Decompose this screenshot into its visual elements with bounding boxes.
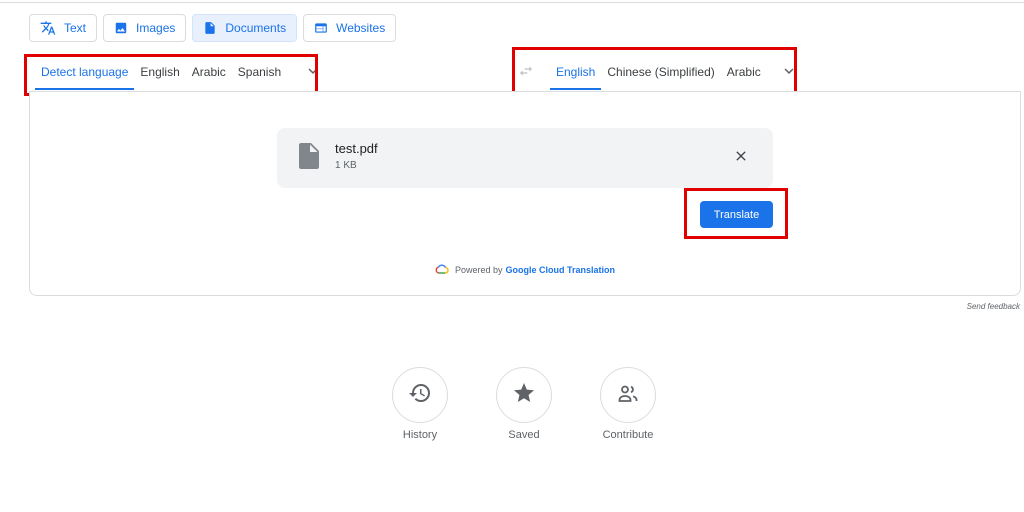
remove-file-button[interactable]	[729, 146, 753, 170]
send-feedback-link[interactable]: Send feedback	[967, 302, 1020, 311]
star-icon	[512, 381, 536, 410]
source-language-bar: Detect language English Arabic Spanish	[35, 52, 325, 92]
target-lang-arabic[interactable]: Arabic	[721, 52, 767, 92]
source-lang-detect[interactable]: Detect language	[35, 52, 135, 92]
source-lang-arabic[interactable]: Arabic	[186, 52, 232, 92]
saved-label: Saved	[508, 429, 540, 441]
contribute-button[interactable]: Contribute	[600, 367, 656, 441]
history-button[interactable]: History	[392, 367, 448, 441]
tab-documents[interactable]: Documents	[192, 14, 298, 42]
people-icon	[616, 381, 640, 410]
history-icon	[408, 381, 432, 410]
saved-button[interactable]: Saved	[496, 367, 552, 441]
powered-by: Powered by Google Cloud Translation	[30, 264, 1020, 276]
swap-icon	[518, 63, 534, 82]
translate-icon	[40, 20, 56, 36]
mode-tabs: Text Images Documents Websites	[29, 14, 397, 42]
chevron-down-icon	[780, 62, 798, 83]
tab-text[interactable]: Text	[29, 14, 98, 42]
target-lang-chinese-simplified[interactable]: Chinese (Simplified)	[601, 52, 720, 92]
history-label: History	[402, 429, 438, 441]
tab-images-label: Images	[136, 21, 176, 35]
contribute-label: Contribute	[602, 429, 654, 441]
document-panel: test.pdf 1 KB Translate Powered by Googl…	[29, 91, 1021, 296]
uploaded-file-card: test.pdf 1 KB	[277, 128, 773, 188]
file-size: 1 KB	[335, 160, 357, 171]
source-lang-spanish[interactable]: Spanish	[232, 52, 287, 92]
target-more-languages-button[interactable]	[777, 52, 801, 92]
tab-websites-label: Websites	[336, 21, 386, 35]
file-name: test.pdf	[335, 141, 378, 156]
file-icon	[297, 142, 321, 175]
source-more-languages-button[interactable]	[301, 52, 325, 92]
source-lang-english[interactable]: English	[134, 52, 185, 92]
image-icon	[114, 21, 128, 35]
saved-circle	[496, 367, 552, 423]
swap-languages-button[interactable]	[514, 52, 538, 92]
tab-websites[interactable]: Websites	[303, 14, 397, 42]
bottom-actions: History Saved Contribute	[392, 367, 656, 441]
history-circle	[392, 367, 448, 423]
document-icon	[203, 21, 217, 35]
google-cloud-translation-link[interactable]: Google Cloud Translation	[506, 265, 616, 275]
contribute-circle	[600, 367, 656, 423]
website-icon	[314, 21, 328, 35]
tab-images[interactable]: Images	[103, 14, 187, 42]
top-divider	[0, 2, 1024, 3]
target-language-bar: English Chinese (Simplified) Arabic	[514, 52, 801, 92]
tab-text-label: Text	[64, 21, 87, 35]
google-cloud-icon	[435, 264, 449, 276]
powered-by-prefix: Powered by	[454, 265, 503, 275]
chevron-down-icon	[304, 62, 322, 83]
close-icon	[733, 148, 749, 169]
translate-button[interactable]: Translate	[700, 201, 773, 228]
target-lang-english[interactable]: English	[550, 52, 602, 92]
tab-documents-label: Documents	[225, 21, 287, 35]
